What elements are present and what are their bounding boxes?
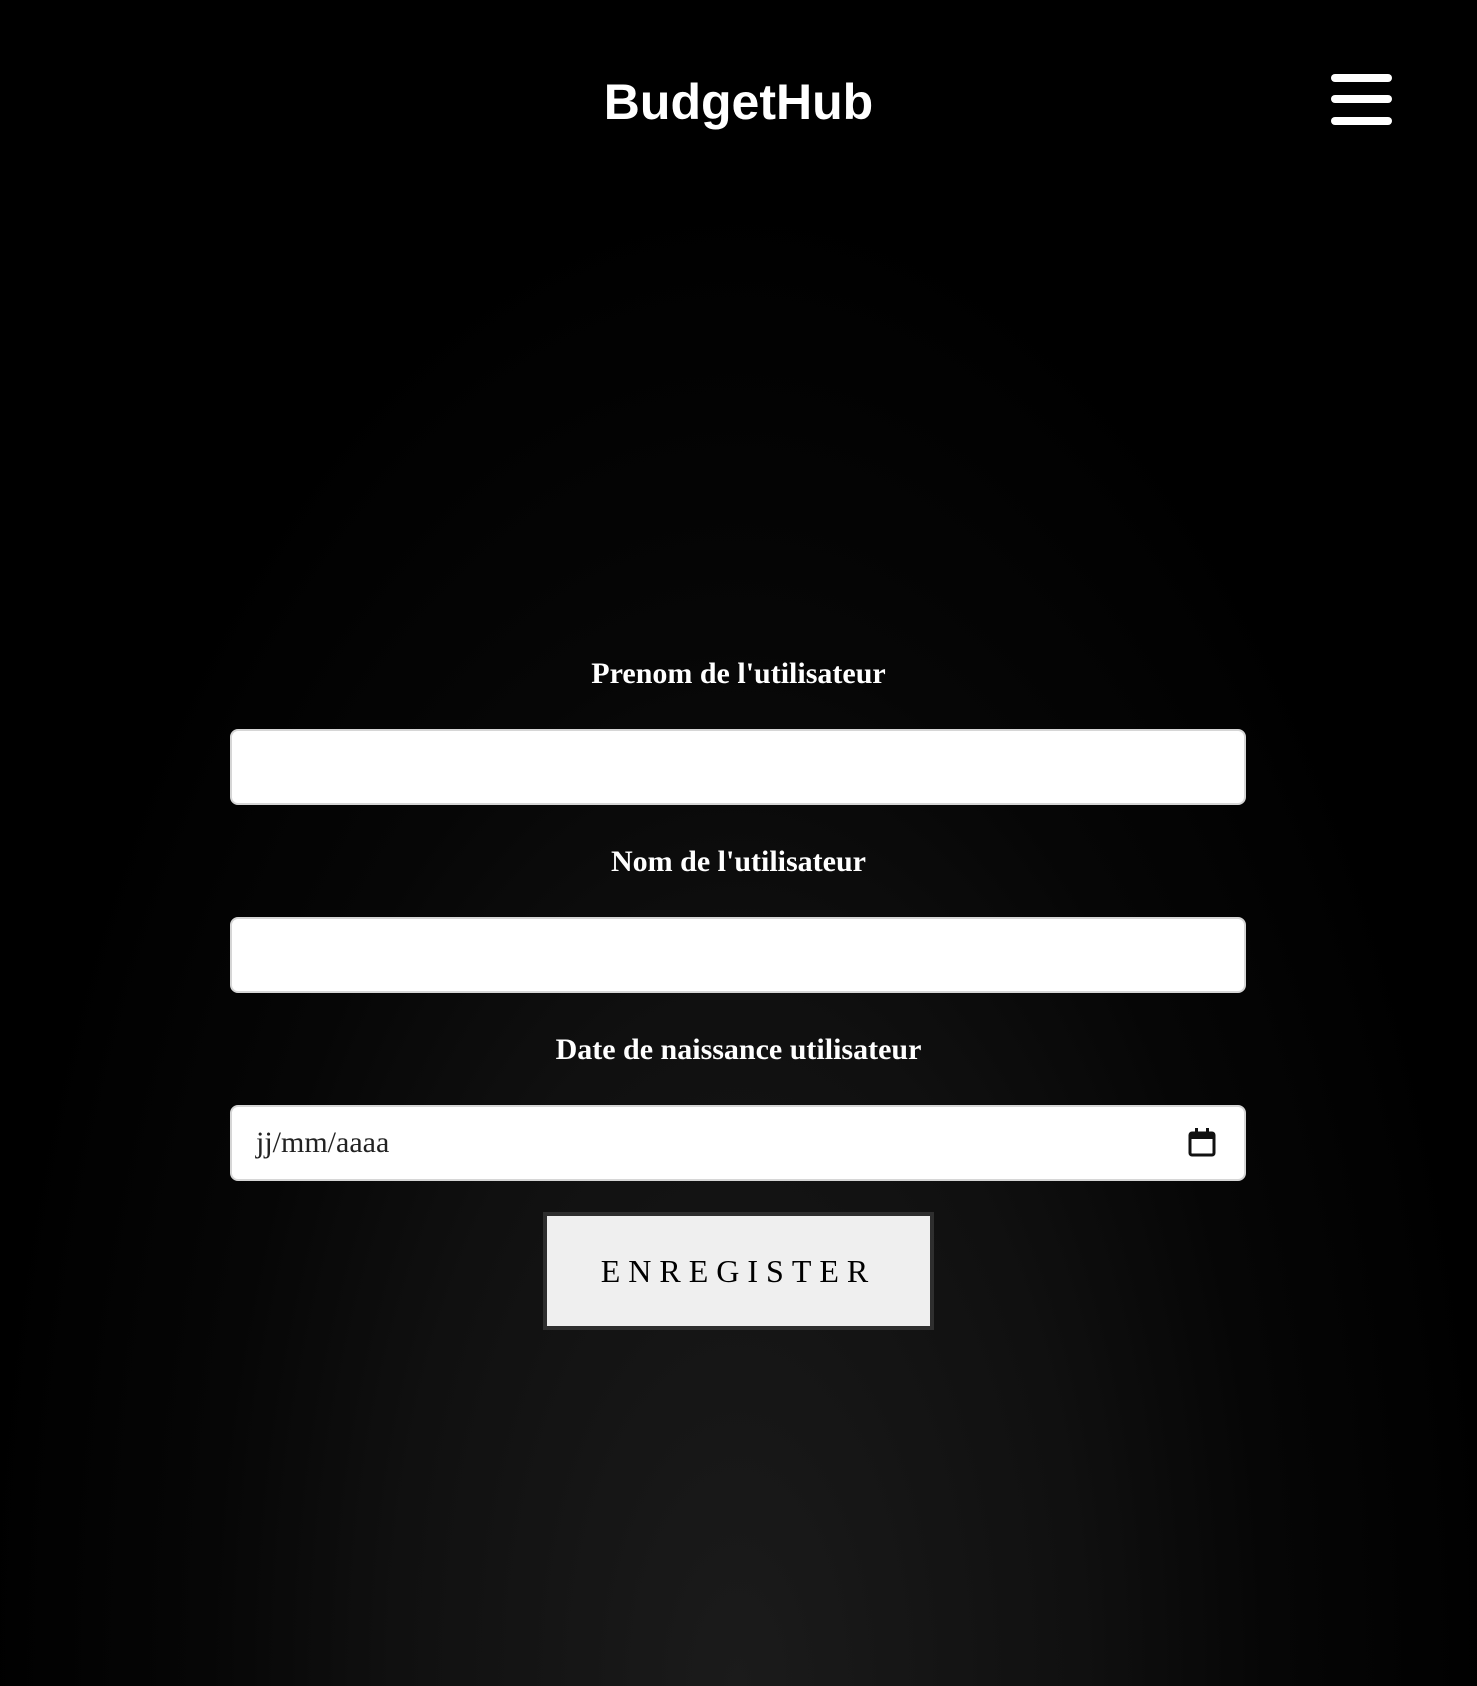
birth-date-label: Date de naissance utilisateur	[555, 1033, 922, 1066]
page: BudgetHub Prenom de l'utilisateur Nom de…	[0, 0, 1477, 1686]
last-name-field-box	[230, 917, 1246, 993]
first-name-input[interactable]	[232, 731, 1244, 803]
menu-bar	[1331, 74, 1392, 82]
calendar-icon[interactable]	[1188, 1127, 1216, 1157]
last-name-label: Nom de l'utilisateur	[611, 845, 866, 878]
menu-bar	[1331, 95, 1392, 103]
menu-bar	[1331, 117, 1392, 125]
header: BudgetHub	[0, 0, 1477, 200]
save-button[interactable]: ENREGISTER	[543, 1212, 934, 1330]
last-name-input[interactable]	[232, 919, 1244, 991]
birth-date-placeholder: jj/mm/aaaa	[256, 1126, 390, 1159]
first-name-field-box	[230, 729, 1246, 805]
hamburger-menu-icon[interactable]	[1331, 74, 1392, 125]
brand-title: BudgetHub	[603, 74, 874, 130]
birth-date-input[interactable]: jj/mm/aaaa	[230, 1105, 1246, 1181]
first-name-label: Prenom de l'utilisateur	[591, 657, 886, 690]
